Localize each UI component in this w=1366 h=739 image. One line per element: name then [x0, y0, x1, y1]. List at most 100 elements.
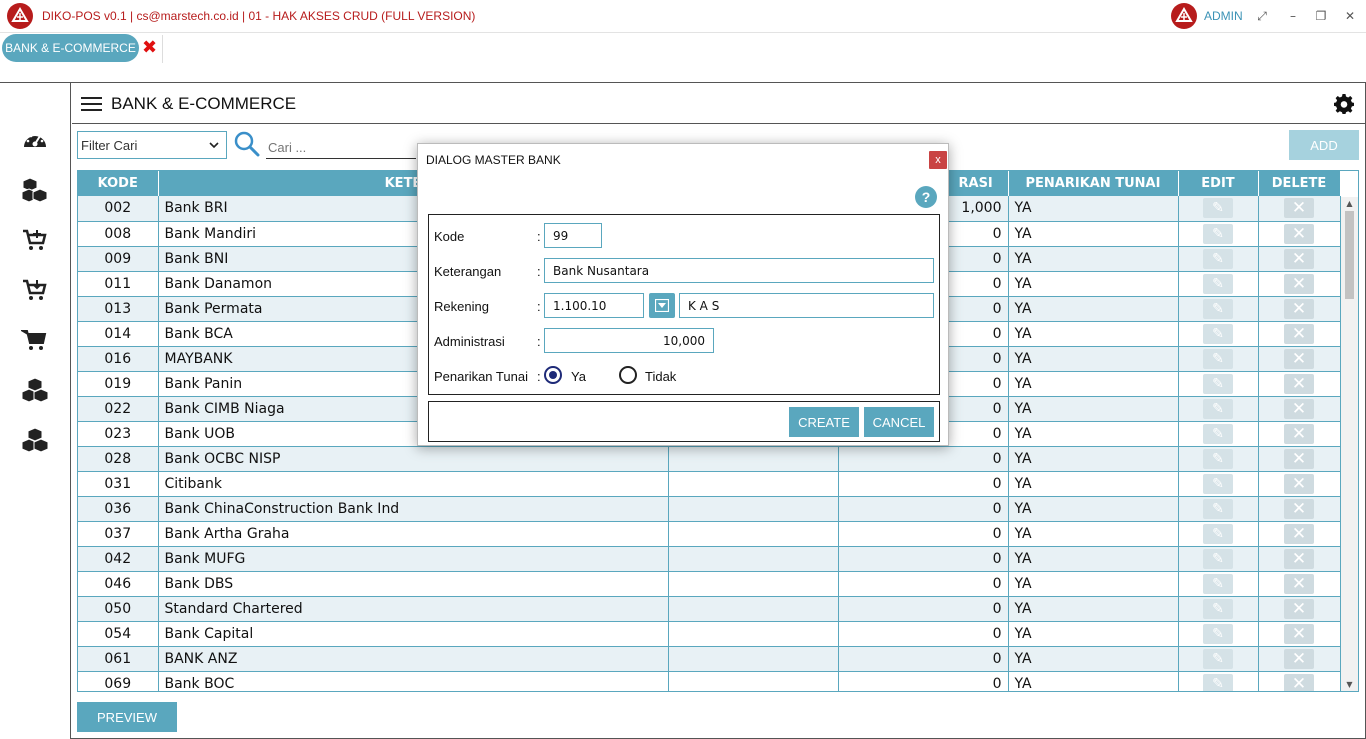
filter-select[interactable]: Filter Cari [77, 131, 227, 159]
radio-ya-label[interactable]: Ya [571, 369, 586, 384]
delete-x-icon[interactable]: ✕ [1284, 498, 1314, 519]
pencil-icon[interactable]: ✎ [1203, 398, 1233, 419]
logo-icon [7, 3, 33, 29]
create-button[interactable]: CREATE [789, 407, 859, 437]
dialog-close-button[interactable]: x [929, 151, 947, 169]
delete-x-icon[interactable]: ✕ [1284, 398, 1314, 419]
pencil-icon[interactable]: ✎ [1203, 498, 1233, 519]
delete-x-icon[interactable]: ✕ [1284, 223, 1314, 244]
boxes-icon[interactable] [19, 375, 51, 405]
delete-x-icon[interactable]: ✕ [1284, 373, 1314, 394]
settings-gear-icon[interactable] [1334, 94, 1354, 114]
cart-download-icon[interactable] [19, 275, 51, 305]
pencil-icon[interactable]: ✎ [1203, 198, 1233, 219]
delete-x-icon[interactable]: ✕ [1284, 648, 1314, 669]
table-row[interactable]: 036 Bank ChinaConstruction Bank Ind 0 YA ✎ ✕ [78, 496, 1341, 522]
preview-button[interactable]: PREVIEW [77, 702, 177, 732]
boxes-icon[interactable] [19, 425, 51, 455]
pencil-icon[interactable]: ✎ [1203, 673, 1233, 691]
table-row[interactable]: 069 Bank BOC 0 YA ✎ ✕ [78, 671, 1341, 691]
pencil-icon[interactable]: ✎ [1203, 523, 1233, 544]
pencil-icon[interactable]: ✎ [1203, 448, 1233, 469]
radio-tidak[interactable] [619, 366, 637, 384]
delete-x-icon[interactable]: ✕ [1284, 323, 1314, 344]
cell-penarikan-tunai: YA [1008, 396, 1179, 422]
keterangan-field[interactable]: Bank Nusantara [544, 258, 934, 283]
delete-x-icon[interactable]: ✕ [1284, 548, 1314, 569]
user-name[interactable]: ADMIN [1204, 9, 1243, 23]
table-row[interactable]: 037 Bank Artha Graha 0 YA ✎ ✕ [78, 521, 1341, 547]
pencil-icon[interactable]: ✎ [1203, 648, 1233, 669]
cell-edit: ✎ [1178, 471, 1259, 497]
search-input[interactable] [266, 131, 416, 159]
col-header-kode[interactable]: KODE [78, 171, 159, 196]
delete-x-icon[interactable]: ✕ [1284, 198, 1314, 219]
minimize-icon[interactable]: – [1285, 8, 1301, 24]
delete-x-icon[interactable]: ✕ [1284, 273, 1314, 294]
delete-x-icon[interactable]: ✕ [1284, 598, 1314, 619]
pencil-icon[interactable]: ✎ [1203, 623, 1233, 644]
add-button[interactable]: ADD [1289, 130, 1359, 160]
pencil-icon[interactable]: ✎ [1203, 423, 1233, 444]
lookup-dropdown-icon[interactable] [649, 293, 675, 318]
delete-x-icon[interactable]: ✕ [1284, 523, 1314, 544]
pencil-icon[interactable]: ✎ [1203, 248, 1233, 269]
radio-tidak-label[interactable]: Tidak [645, 369, 676, 384]
scroll-up-icon[interactable]: ▲ [1341, 198, 1358, 210]
pencil-icon[interactable]: ✎ [1203, 548, 1233, 569]
close-icon[interactable]: ✕ [1342, 8, 1358, 24]
administrasi-field[interactable]: 10,000 [544, 328, 714, 353]
dashboard-icon[interactable] [19, 125, 51, 155]
hamburger-menu-icon[interactable] [81, 97, 102, 112]
tab-close-icon[interactable]: ✖ [142, 38, 160, 58]
delete-x-icon[interactable]: ✕ [1284, 573, 1314, 594]
table-row[interactable]: 046 Bank DBS 0 YA ✎ ✕ [78, 571, 1341, 597]
dialog-master-bank: DIALOG MASTER BANK x ? Kode : 99 Keteran… [417, 143, 949, 446]
pencil-icon[interactable]: ✎ [1203, 598, 1233, 619]
search-icon[interactable] [233, 130, 261, 158]
restore-icon[interactable]: ❐ [1313, 8, 1329, 24]
tab-bank-ecommerce[interactable]: BANK & E-COMMERCE [2, 34, 139, 62]
cell-administrasi: 0 [838, 596, 1009, 622]
delete-x-icon[interactable]: ✕ [1284, 423, 1314, 444]
pencil-icon[interactable]: ✎ [1203, 323, 1233, 344]
delete-x-icon[interactable]: ✕ [1284, 473, 1314, 494]
delete-x-icon[interactable]: ✕ [1284, 673, 1314, 691]
boxes-icon[interactable] [19, 175, 51, 205]
delete-x-icon[interactable]: ✕ [1284, 448, 1314, 469]
rekening-code-field[interactable]: 1.100.10 [544, 293, 644, 318]
pencil-icon[interactable]: ✎ [1203, 223, 1233, 244]
pencil-icon[interactable]: ✎ [1203, 273, 1233, 294]
scrollbar-thumb[interactable] [1345, 211, 1354, 299]
cart-icon[interactable] [19, 325, 51, 355]
radio-ya[interactable] [544, 366, 562, 384]
table-row[interactable]: 061 BANK ANZ 0 YA ✎ ✕ [78, 646, 1341, 672]
cell-administrasi: 0 [838, 521, 1009, 547]
delete-x-icon[interactable]: ✕ [1284, 248, 1314, 269]
pencil-icon[interactable]: ✎ [1203, 473, 1233, 494]
col-header-penarikan-tunai[interactable]: PENARIKAN TUNAI [1008, 171, 1179, 196]
table-row[interactable]: 050 Standard Chartered 0 YA ✎ ✕ [78, 596, 1341, 622]
help-icon[interactable]: ? [915, 186, 937, 208]
table-row[interactable]: 042 Bank MUFG 0 YA ✎ ✕ [78, 546, 1341, 572]
table-row[interactable]: 028 Bank OCBC NISP 0 YA ✎ ✕ [78, 446, 1341, 472]
cell-penarikan-tunai: YA [1008, 321, 1179, 347]
scroll-down-icon[interactable]: ▼ [1341, 679, 1358, 691]
maximize-icon[interactable]: ⤢ [1254, 8, 1270, 24]
pencil-icon[interactable]: ✎ [1203, 298, 1233, 319]
cell-administrasi: 0 [838, 471, 1009, 497]
delete-x-icon[interactable]: ✕ [1284, 298, 1314, 319]
user-avatar-icon[interactable] [1171, 3, 1197, 29]
rekening-name-field[interactable]: K A S [679, 293, 934, 318]
table-row[interactable]: 054 Bank Capital 0 YA ✎ ✕ [78, 621, 1341, 647]
cancel-button[interactable]: CANCEL [864, 407, 934, 437]
cart-add-icon[interactable] [19, 225, 51, 255]
pencil-icon[interactable]: ✎ [1203, 373, 1233, 394]
delete-x-icon[interactable]: ✕ [1284, 348, 1314, 369]
pencil-icon[interactable]: ✎ [1203, 348, 1233, 369]
cell-edit: ✎ [1178, 371, 1259, 397]
pencil-icon[interactable]: ✎ [1203, 573, 1233, 594]
table-row[interactable]: 031 Citibank 0 YA ✎ ✕ [78, 471, 1341, 497]
delete-x-icon[interactable]: ✕ [1284, 623, 1314, 644]
kode-field[interactable]: 99 [544, 223, 602, 248]
